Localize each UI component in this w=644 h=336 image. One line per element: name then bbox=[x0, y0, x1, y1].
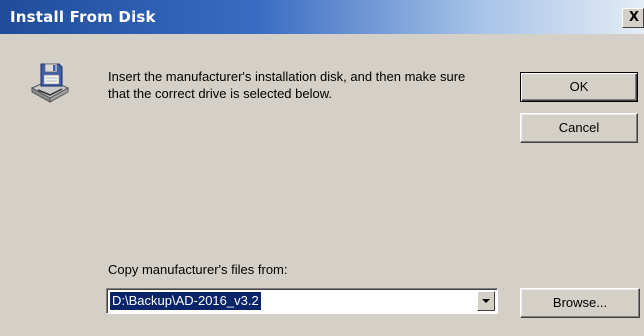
close-icon: X bbox=[629, 10, 640, 25]
copy-from-combobox[interactable]: D:\Backup\AD-2016_v3.2 bbox=[106, 288, 498, 314]
title-bar[interactable]: Install From Disk X bbox=[0, 0, 644, 34]
window-title: Install From Disk bbox=[10, 8, 156, 26]
chevron-down-icon bbox=[482, 299, 490, 303]
instruction-text: Insert the manufacturer's installation d… bbox=[108, 69, 466, 101]
copy-from-value[interactable]: D:\Backup\AD-2016_v3.2 bbox=[110, 292, 261, 310]
close-button[interactable]: X bbox=[622, 8, 644, 28]
ok-button[interactable]: OK bbox=[520, 72, 638, 102]
dropdown-button[interactable] bbox=[477, 291, 495, 311]
cancel-button[interactable]: Cancel bbox=[520, 113, 638, 143]
browse-button[interactable]: Browse... bbox=[520, 288, 640, 318]
copy-from-label: Copy manufacturer's files from: bbox=[108, 262, 288, 277]
floppy-disk-drive-icon bbox=[30, 63, 70, 103]
